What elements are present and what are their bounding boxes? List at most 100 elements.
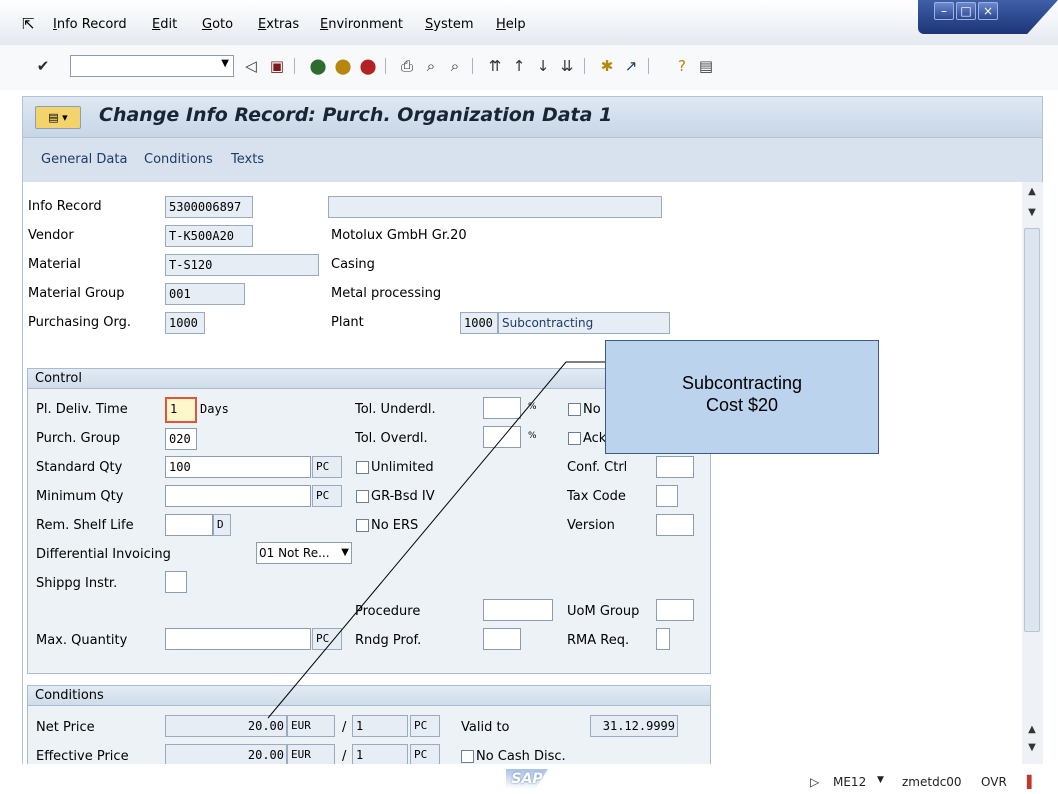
find-icon[interactable]: ⌕ bbox=[421, 56, 441, 76]
differential-invoicing-select[interactable]: 01 Not Re... ▼ bbox=[256, 542, 352, 564]
plant-label: Plant bbox=[331, 315, 364, 330]
texts-button[interactable]: Texts bbox=[231, 152, 264, 167]
ack-checkbox[interactable] bbox=[568, 432, 581, 445]
version-field[interactable] bbox=[656, 514, 694, 536]
menu-info-record[interactable]: Info Record bbox=[53, 17, 127, 32]
status-expand-icon[interactable]: ▷ bbox=[810, 775, 819, 789]
last-page-icon[interactable]: ⇊ bbox=[557, 56, 577, 76]
maximize-icon[interactable]: □ bbox=[956, 2, 976, 20]
shelf-life-field[interactable] bbox=[165, 514, 213, 536]
conditions-group-title: Conditions bbox=[35, 688, 104, 703]
help-icon[interactable]: ? bbox=[672, 56, 692, 76]
menu-goto[interactable]: Goto bbox=[202, 17, 233, 32]
shipping-instr-field[interactable] bbox=[165, 571, 187, 593]
max-quantity-field[interactable] bbox=[165, 628, 311, 650]
tol-overdl-field[interactable] bbox=[483, 426, 521, 448]
differential-invoicing-value: 01 Not Re... bbox=[259, 546, 330, 560]
back-icon[interactable]: ⬤ bbox=[308, 56, 328, 76]
close-icon[interactable]: × bbox=[978, 2, 998, 20]
control-group-title: Control bbox=[35, 371, 82, 386]
material-label: Material bbox=[28, 257, 81, 272]
toolbar-separator bbox=[648, 58, 649, 74]
tol-underdl-field[interactable] bbox=[483, 397, 521, 419]
effective-price-field[interactable]: 20.00 bbox=[165, 744, 287, 766]
conf-ctrl-field[interactable] bbox=[656, 456, 694, 478]
previous-page-icon[interactable]: ↑ bbox=[509, 56, 529, 76]
minimize-icon[interactable]: – bbox=[934, 2, 954, 20]
conditions-button[interactable]: Conditions bbox=[144, 152, 213, 167]
find-next-icon[interactable]: ⌕ bbox=[445, 56, 465, 76]
no-checkbox[interactable] bbox=[568, 403, 581, 416]
scroll-up-icon[interactable]: ▲ bbox=[1024, 186, 1040, 197]
effective-price-per-field[interactable]: 1 bbox=[352, 744, 408, 766]
uom-group-field[interactable] bbox=[656, 599, 694, 621]
tol-underdl-percent: % bbox=[528, 402, 537, 412]
menu-help[interactable]: Help bbox=[496, 17, 526, 32]
page-title: Change Info Record: Purch. Organization … bbox=[99, 104, 613, 126]
gr-bsd-iv-checkbox[interactable] bbox=[356, 490, 369, 503]
menu-extras[interactable]: Extras bbox=[258, 17, 299, 32]
scroll-down-icon[interactable]: ▼ bbox=[1024, 207, 1040, 218]
vendor-name: Motolux GmbH Gr.20 bbox=[331, 228, 467, 243]
cancel-icon[interactable]: ⬤ bbox=[358, 56, 378, 76]
vendor-field[interactable]: T-K500A20 bbox=[165, 225, 253, 247]
tax-code-field[interactable] bbox=[656, 485, 678, 507]
max-quantity-unit: PC bbox=[312, 628, 342, 650]
minimum-qty-unit: PC bbox=[312, 485, 342, 507]
info-record-field[interactable]: 5300006897 bbox=[165, 196, 253, 218]
customize-layout-icon[interactable]: ▤ bbox=[696, 56, 716, 76]
net-price-label: Net Price bbox=[36, 720, 95, 735]
rma-req-field[interactable] bbox=[656, 628, 670, 650]
enter-checkmark-icon[interactable]: ✔ bbox=[33, 56, 53, 76]
status-mode: OVR bbox=[981, 775, 1007, 789]
standard-qty-field[interactable]: 100 bbox=[165, 456, 311, 478]
scroll-up-icon[interactable]: ▲ bbox=[1024, 724, 1040, 735]
valid-to-field[interactable]: 31.12.9999 bbox=[590, 715, 678, 737]
menu-edit[interactable]: Edit bbox=[152, 17, 177, 32]
net-price-unit: PC bbox=[410, 715, 440, 737]
material-group-description: Metal processing bbox=[331, 286, 442, 301]
next-page-icon[interactable]: ↓ bbox=[533, 56, 553, 76]
purch-org-field[interactable]: 1000 bbox=[165, 312, 205, 334]
rndg-prof-field[interactable] bbox=[483, 628, 521, 650]
vendor-label: Vendor bbox=[28, 228, 74, 243]
general-data-button[interactable]: General Data bbox=[41, 152, 127, 167]
chevron-down-icon[interactable]: ▼ bbox=[221, 58, 229, 69]
net-price-field[interactable]: 20.00 bbox=[165, 715, 287, 737]
material-field[interactable]: T-S120 bbox=[165, 254, 319, 276]
scroll-down-icon[interactable]: ▼ bbox=[1024, 742, 1040, 753]
exit-icon[interactable]: ⬤ bbox=[333, 56, 353, 76]
net-price-per-field[interactable]: 1 bbox=[352, 715, 408, 737]
first-page-icon[interactable]: ⇈ bbox=[485, 56, 505, 76]
tol-underdl-label: Tol. Underdl. bbox=[355, 402, 436, 417]
max-quantity-label: Max. Quantity bbox=[36, 633, 128, 648]
pl-deliv-time-field[interactable]: 1 bbox=[165, 397, 197, 423]
chevron-down-icon[interactable]: ▼ bbox=[877, 775, 884, 785]
material-group-field[interactable]: 001 bbox=[165, 283, 245, 305]
menu-exit-icon[interactable]: ⇱ bbox=[22, 15, 35, 33]
shortcut-icon[interactable]: ↗ bbox=[621, 56, 641, 76]
unlimited-label: Unlimited bbox=[371, 460, 434, 475]
print-icon[interactable]: ⎙ bbox=[397, 56, 417, 76]
menu-system[interactable]: System bbox=[425, 17, 474, 32]
command-field[interactable]: ▼ bbox=[70, 55, 234, 77]
menu-environment[interactable]: Environment bbox=[320, 17, 403, 32]
chevron-down-icon[interactable]: ▼ bbox=[341, 543, 349, 563]
pl-deliv-time-label: Pl. Deliv. Time bbox=[36, 402, 128, 417]
plant-field[interactable]: 1000 bbox=[460, 312, 498, 334]
procedure-label: Procedure bbox=[355, 604, 421, 619]
procedure-field[interactable] bbox=[483, 599, 553, 621]
back-arrow-icon[interactable]: ◁ bbox=[241, 56, 261, 76]
valid-to-label: Valid to bbox=[461, 720, 510, 735]
no-ers-checkbox[interactable] bbox=[356, 519, 369, 532]
minimum-qty-field[interactable] bbox=[165, 485, 311, 507]
no-cash-disc-checkbox[interactable] bbox=[461, 750, 474, 763]
title-menu-icon[interactable]: ▤ ▾ bbox=[35, 106, 81, 129]
save-icon[interactable]: ▣ bbox=[267, 56, 287, 76]
info-record-text-field[interactable] bbox=[328, 196, 662, 218]
scrollbar-thumb[interactable] bbox=[1024, 228, 1040, 632]
purch-group-field[interactable]: 020 bbox=[165, 428, 197, 450]
standard-qty-label: Standard Qty bbox=[36, 460, 123, 475]
create-session-icon[interactable]: ✱ bbox=[597, 56, 617, 76]
unlimited-checkbox[interactable] bbox=[356, 461, 369, 474]
